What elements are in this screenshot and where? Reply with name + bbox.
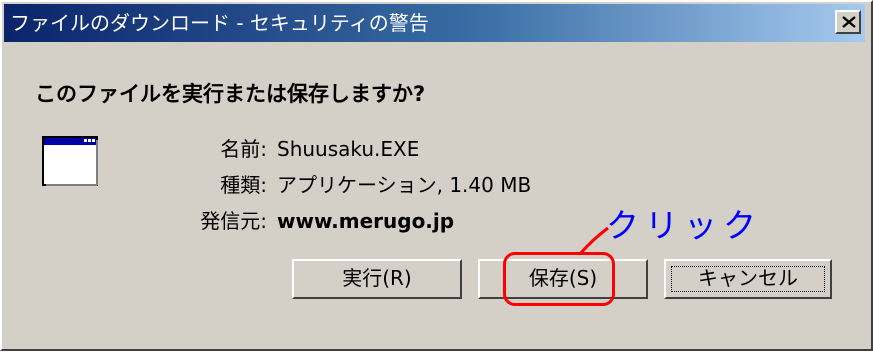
run-button-label: 実行(R) <box>342 266 412 290</box>
annotation-pointer <box>578 226 609 255</box>
save-button-highlight <box>503 252 615 306</box>
download-security-dialog: ファイルのダウンロード - セキュリティの警告 このファイルを実行または保存しま… <box>0 0 873 351</box>
run-button[interactable]: 実行(R) <box>292 259 462 299</box>
focus-rectangle <box>671 266 825 292</box>
cancel-button[interactable]: キャンセル <box>664 259 832 299</box>
